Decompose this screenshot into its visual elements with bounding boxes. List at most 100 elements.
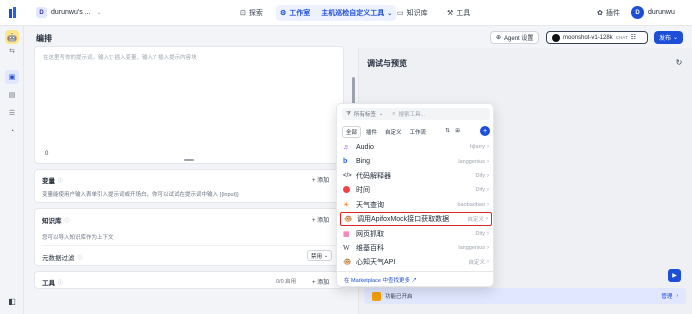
add-variable-button[interactable]: + 添加 xyxy=(312,175,329,184)
user-name: durunwu xyxy=(648,9,675,16)
workspace-switcher[interactable]: D durunwu's ... ⌄ xyxy=(36,7,102,18)
divider xyxy=(41,245,337,246)
tool-author: langgenius xyxy=(458,158,485,165)
tool-tabs: 全部 插件 自定义 工作流 xyxy=(342,126,429,138)
send-button[interactable]: ▶ xyxy=(668,269,681,282)
tab-workflow[interactable]: 工作流 xyxy=(407,127,430,137)
metadata-filter-title: 元数据过滤 xyxy=(42,255,75,262)
manage-opener-link[interactable]: 管理 xyxy=(661,292,672,300)
tool-author: Dify xyxy=(475,187,485,194)
nav-studio-label: 工作室 xyxy=(289,10,311,17)
tools-title: 工具 xyxy=(42,280,55,287)
opener-label: 功能已开启 xyxy=(385,294,413,300)
model-badge: CHAT xyxy=(615,35,628,40)
tool-name: 天气查询 xyxy=(356,201,384,209)
tab-all[interactable]: 全部 xyxy=(342,126,362,138)
metadata-filter-value: 禁用 xyxy=(311,253,323,260)
tool-name: 维基百科 xyxy=(356,244,384,252)
tools-header: 工具 ⓘ xyxy=(42,277,63,288)
nav-knowledge-label: 知识库 xyxy=(406,10,428,17)
chevron-right-icon: › xyxy=(487,172,489,179)
metadata-filter-select[interactable]: 禁用 ⌄ xyxy=(307,250,333,261)
tools-icon: ⚒ xyxy=(447,10,454,17)
tool-item-bing[interactable]: b Bing langgenius › xyxy=(337,154,495,168)
tool-name: Audio xyxy=(356,143,374,151)
tool-item-seniverse-weather[interactable]: 🐵 心知天气API 自定义 › xyxy=(337,255,495,269)
publish-label: 发布 xyxy=(659,36,672,42)
tool-item-weather[interactable]: ☀ 天气查询 baobaobao › xyxy=(337,198,495,212)
chevron-right-icon: › xyxy=(487,158,489,165)
chevron-right-icon: › xyxy=(487,201,489,208)
logs-icon[interactable]: ☰ xyxy=(7,108,17,118)
tool-list: ♬ Audio hjlarry › b Bing langgenius › </… xyxy=(337,140,495,270)
tool-author: 自定义 xyxy=(468,260,485,267)
view-toggle-icon[interactable]: ⊞ xyxy=(453,126,462,135)
editor-title: 编排 xyxy=(36,34,52,43)
tool-item-time[interactable]: 时间 Dify › xyxy=(337,183,495,197)
tool-item-code-interpreter[interactable]: </> 代码解释器 Dify › xyxy=(337,169,495,183)
bing-icon: b xyxy=(343,158,348,166)
tab-plugins[interactable]: 插件 xyxy=(363,127,380,137)
plugins-button[interactable]: ✿ 插件 xyxy=(597,8,620,18)
agent-settings-button[interactable]: ⊕ Agent 设置 xyxy=(490,31,540,44)
tool-search-bar: ⧩ 所有标签 ⌄ ⌕ 搜索工具... xyxy=(342,108,490,120)
custom-tool-icon: 🐵 xyxy=(344,216,353,224)
app-sidebar: 🤖 ⇆ ▣ ▤ ☰ ◔ ◧ xyxy=(0,26,24,314)
nav-explore[interactable]: ⊡ 探索 xyxy=(240,8,263,18)
tool-name: Bing xyxy=(356,158,371,166)
tool-author: Dify xyxy=(475,172,485,179)
monitor-icon[interactable]: ◔ xyxy=(7,126,17,136)
user-menu[interactable]: D durunwu xyxy=(631,6,675,19)
model-selector[interactable]: moonshot-v1-128k CHAT ☷ xyxy=(546,31,648,44)
chevron-right-icon: › xyxy=(487,230,489,237)
marketplace-link[interactable]: 在 Marketplace 中查找更多 ↗ xyxy=(344,276,417,284)
knowledge-icon: ▭ xyxy=(397,10,404,17)
chevron-right-icon: › xyxy=(676,293,678,299)
publish-button[interactable]: 发布 ⌄ xyxy=(654,31,684,44)
chevron-down-icon: ⌄ xyxy=(387,10,393,17)
resize-handle[interactable] xyxy=(184,159,194,161)
conversation-opener-bar: 功能已开启 管理 › xyxy=(364,288,686,304)
tool-item-web-scraper[interactable]: ▦ 网页抓取 Dify › xyxy=(337,226,495,240)
tag-filter[interactable]: 所有标签 xyxy=(354,110,376,118)
weather-icon: ☀ xyxy=(343,201,350,209)
add-knowledge-button[interactable]: + 添加 xyxy=(312,215,329,224)
api-icon[interactable]: ▤ xyxy=(7,90,17,100)
collapse-sidebar-icon[interactable]: ◧ xyxy=(7,296,17,306)
chevron-right-icon: › xyxy=(487,144,489,151)
prompt-placeholder: 在这里写你的提示词，输入'{' 插入变量、输入'/' 插入提示内容块 xyxy=(43,55,197,61)
add-tool-button[interactable]: + 添加 xyxy=(312,277,329,286)
tool-name: 心知天气API xyxy=(356,259,396,267)
web-scraper-icon: ▦ xyxy=(343,230,350,238)
nav-app-name[interactable]: 主机巡检自定义工具 xyxy=(321,8,384,18)
variables-section: 变量 ⓘ + 添加 变量能使用户输入表单引入提示词或开场白，你可以试试在提示词中… xyxy=(34,169,344,203)
tool-item-wikipedia[interactable]: W 维基百科 langgenius › xyxy=(337,241,495,255)
app-icon[interactable]: 🤖 xyxy=(5,30,19,44)
prompt-editor[interactable]: 在这里写你的提示词，输入'{' 插入变量、输入'/' 插入提示内容块 0 xyxy=(34,46,344,164)
nav-knowledge[interactable]: ▭ 知识库 xyxy=(397,8,428,18)
add-custom-tool-button[interactable]: + xyxy=(480,126,490,136)
refresh-icon[interactable]: ↻ xyxy=(674,57,684,67)
plugin-icon: ✿ xyxy=(597,10,603,17)
tool-search-input[interactable]: 搜索工具... xyxy=(399,110,426,118)
audio-icon: ♬ xyxy=(343,143,350,151)
wikipedia-icon: W xyxy=(343,243,350,252)
chevron-down-icon: ⌄ xyxy=(324,252,329,259)
tab-custom[interactable]: 自定义 xyxy=(382,127,405,137)
tool-author: Dify xyxy=(475,230,485,237)
sort-icon[interactable]: ⇅ xyxy=(443,126,452,135)
nav-studio[interactable]: ⚙ 工作室 主机巡检自定义工具 ⌄ xyxy=(276,5,397,21)
tool-item-apifox-mock[interactable]: 🐵 调用ApifoxMock接口获取数据 自定义 › xyxy=(340,211,492,227)
tool-author: hjlarry xyxy=(470,144,485,151)
plugins-label: 插件 xyxy=(605,10,620,17)
variables-description: 变量能使用户输入表单引入提示词或开场白，你可以试试在提示词中输入 {{input… xyxy=(42,192,239,198)
nav-tools[interactable]: ⚒ 工具 xyxy=(447,8,470,18)
studio-icon: ⚙ xyxy=(280,10,287,17)
orchestrate-icon[interactable]: ▣ xyxy=(5,70,19,84)
switch-icon[interactable]: ⇆ xyxy=(7,46,17,56)
tool-item-audio[interactable]: ♬ Audio hjlarry › xyxy=(337,140,495,154)
tool-author: 自定义 xyxy=(467,217,484,224)
top-bar: D durunwu's ... ⌄ ⊡ 探索 ⚙ 工作室 主机巡检自定义工具 ⌄… xyxy=(0,0,692,26)
tool-author: baobaobao xyxy=(457,201,485,208)
tools-enabled-count: 0/0 启用 xyxy=(276,279,297,285)
